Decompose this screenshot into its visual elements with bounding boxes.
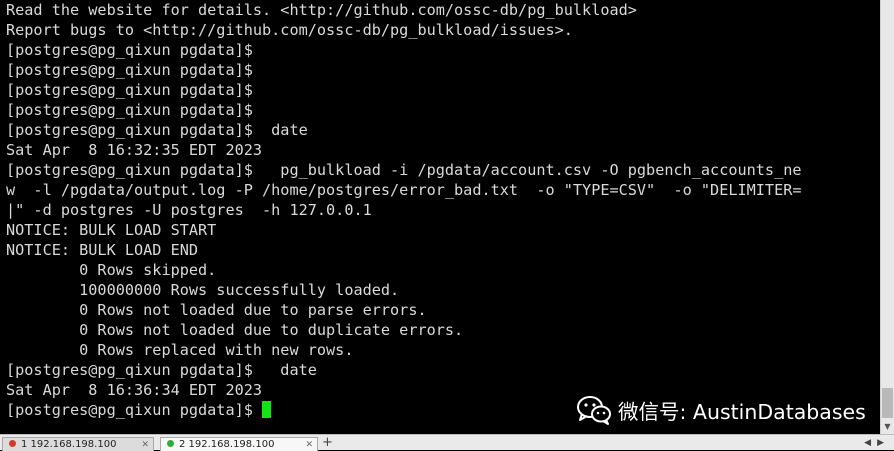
scrollbar-thumb[interactable]	[882, 388, 893, 418]
terminal-line: NOTICE: BULK LOAD START	[6, 221, 217, 239]
wechat-icon	[577, 396, 611, 425]
terminal-line: Sat Apr 8 16:32:35 EDT 2023	[6, 141, 263, 159]
tab-label: 2 192.168.198.100	[179, 439, 275, 450]
terminal-line: 100000000 Rows successfully loaded.	[6, 281, 400, 299]
status-dot-icon	[167, 440, 174, 447]
terminal-line: |" -d postgres -U postgres -h 127.0.0.1	[6, 201, 372, 219]
terminal-line: [postgres@pg_qixun pgdata]$	[6, 41, 253, 59]
session-tab-1[interactable]: 1 192.168.198.100 ✕	[2, 437, 154, 451]
terminal-line: NOTICE: BULK LOAD END	[6, 241, 199, 259]
terminal-line: Report bugs to <http://github.com/ossc-d…	[6, 21, 573, 39]
watermark: 微信号: AustinDatabases	[576, 393, 866, 427]
chevron-right-icon[interactable]: ▶	[877, 438, 890, 448]
watermark-text: 微信号: AustinDatabases	[618, 400, 866, 424]
close-icon[interactable]: ✕	[141, 438, 149, 451]
terminal-line: 0 Rows not loaded due to duplicate error…	[6, 321, 464, 339]
tab-navigation: ◀▶	[864, 436, 890, 450]
terminal-output: Read the website for details. <http://gi…	[6, 0, 802, 420]
terminal-line: [postgres@pg_qixun pgdata]$ pg_bulkload …	[6, 161, 802, 179]
terminal-line: w -l /pgdata/output.log -P /home/postgre…	[6, 181, 802, 199]
terminal-line: 0 Rows skipped.	[6, 261, 217, 279]
status-dot-icon	[9, 440, 16, 447]
close-icon[interactable]: ✕	[305, 438, 313, 451]
terminal-line: [postgres@pg_qixun pgdata]$ date	[6, 361, 317, 379]
tab-label: 1 192.168.198.100	[21, 439, 117, 450]
chevron-left-icon[interactable]: ◀	[864, 438, 877, 448]
terminal-line: 0 Rows not loaded due to parse errors.	[6, 301, 427, 319]
terminal-cursor	[262, 401, 272, 418]
plus-icon[interactable]: +	[322, 436, 333, 450]
terminal-line: [postgres@pg_qixun pgdata]$ date	[6, 121, 308, 139]
terminal-line: Read the website for details. <http://gi…	[6, 1, 637, 19]
terminal-line: [postgres@pg_qixun pgdata]$	[6, 61, 253, 79]
session-tab-2[interactable]: 2 192.168.198.100 ✕	[160, 437, 318, 451]
session-tab-bar: 1 192.168.198.100 ✕ 2 192.168.198.100 ✕ …	[0, 434, 894, 451]
terminal-line: [postgres@pg_qixun pgdata]$	[6, 101, 253, 119]
arrow-down-icon[interactable]: ▼	[881, 420, 894, 434]
terminal-prompt: [postgres@pg_qixun pgdata]$	[6, 401, 263, 419]
terminal-line: [postgres@pg_qixun pgdata]$	[6, 81, 253, 99]
terminal-line: 0 Rows replaced with new rows.	[6, 341, 354, 359]
vertical-scrollbar[interactable]: ▼	[880, 0, 894, 434]
terminal-window[interactable]: Read the website for details. <http://gi…	[0, 0, 880, 434]
